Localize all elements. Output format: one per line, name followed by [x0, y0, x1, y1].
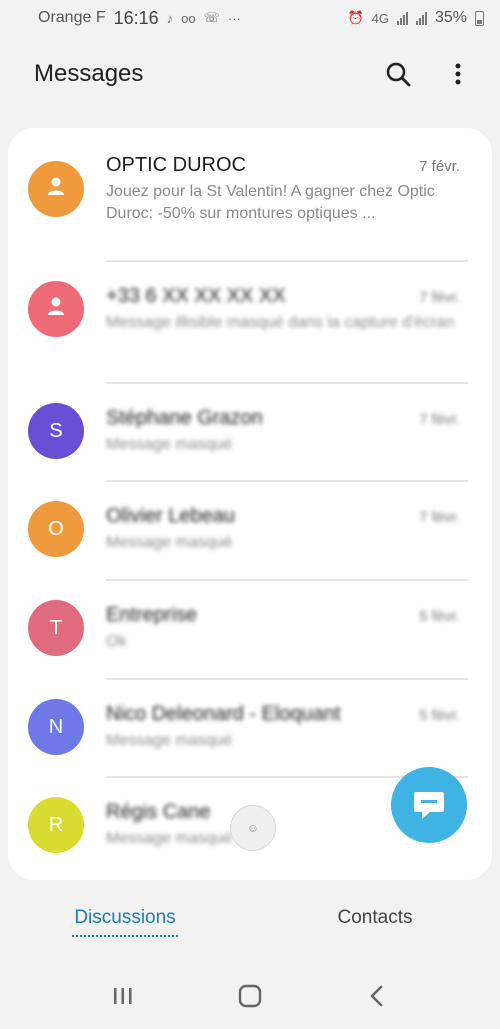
contact-name: Olivier Lebeau: [106, 504, 235, 527]
contact-name: OPTIC DUROC: [106, 153, 246, 176]
avatar-initial: T: [49, 616, 63, 639]
conversation-header: Stéphane Grazon 7 févr.: [106, 407, 460, 430]
bottom-tabs: Discussions Contacts: [0, 900, 500, 944]
message-preview: Message masqué: [106, 533, 233, 551]
message-preview: Ok: [106, 632, 127, 650]
conversation-body: Olivier Lebeau 7 févr. Message masqué: [106, 505, 460, 554]
app-header: Messages: [0, 48, 500, 100]
message-date: 5 févr.: [419, 607, 460, 625]
clock: 16:16: [113, 7, 159, 28]
conversation-row[interactable]: OPTIC DUROC 7 févr. Jouez pour la St Valen…: [8, 140, 492, 238]
conversation-body: Nico Deleonard - Eloquant 5 févr. Message …: [106, 703, 460, 752]
avatar-initial: N: [48, 715, 64, 738]
search-icon[interactable]: [384, 60, 412, 88]
avatar[interactable]: [28, 161, 84, 217]
contact-name: +33 6 XX XX XX XX: [106, 284, 286, 307]
avatar-initial: S: [49, 419, 63, 442]
status-right: ⏰ 4G 35%: [347, 9, 484, 27]
status-left: Orange F 16:16 ♪ oo ☏ ···: [38, 8, 241, 29]
message-date: 7 févr.: [419, 288, 460, 306]
avatar[interactable]: O: [28, 501, 84, 557]
more-notifications-icon: ···: [227, 10, 241, 26]
scroll-thumb-indicator[interactable]: ☺: [230, 805, 276, 851]
row-divider: [106, 678, 468, 680]
signal-icon: [396, 11, 408, 25]
message-date: 7 févr.: [419, 508, 460, 526]
message-preview: Message illisible masqué dans la capture…: [106, 313, 455, 331]
message-date: 7 févr.: [419, 157, 460, 175]
avatar[interactable]: N: [28, 699, 84, 755]
message-preview: Message masqué: [106, 731, 233, 749]
carrier-label: Orange F: [38, 9, 106, 26]
system-nav-bar: [0, 962, 500, 1029]
home-icon[interactable]: [228, 974, 272, 1018]
message-date: 5 févr.: [419, 706, 460, 724]
battery-icon: [475, 10, 484, 26]
missed-call-icon: ☏: [203, 10, 220, 25]
conversation-body: +33 6 XX XX XX XX 7 févr. Message illisibl…: [106, 285, 460, 334]
conversation-header: Entreprise 5 févr.: [106, 604, 460, 627]
row-divider: [106, 579, 468, 581]
page-title: Messages: [34, 60, 144, 87]
contact-name: Entreprise: [106, 603, 198, 626]
row-divider: [106, 260, 468, 262]
conversation-body: Entreprise 5 févr. Ok: [106, 604, 460, 653]
avatar-initial: O: [48, 517, 64, 540]
conversation-header: +33 6 XX XX XX XX 7 févr.: [106, 285, 460, 308]
conversation-body: Stéphane Grazon 7 févr. Message masqué: [106, 407, 460, 456]
new-message-icon: [414, 792, 444, 819]
conversation-header: Olivier Lebeau 7 févr.: [106, 505, 460, 528]
signal-icon-2: [415, 11, 427, 25]
avatar[interactable]: S: [28, 403, 84, 459]
avatar[interactable]: [28, 281, 84, 337]
contact-name: Stéphane Grazon: [106, 406, 263, 429]
contact-name: Nico Deleonard - Eloquant: [106, 702, 341, 725]
status-bar: Orange F 16:16 ♪ oo ☏ ··· ⏰ 4G 35%: [0, 0, 500, 36]
message-preview: Message masqué: [106, 435, 233, 453]
tab-discussions[interactable]: Discussions: [0, 907, 250, 937]
conversation-row[interactable]: N Nico Deleonard - Eloquant 5 févr. Message…: [8, 678, 492, 776]
conversation-body: OPTIC DUROC 7 févr. Jouez pour la St Valen…: [106, 154, 460, 225]
row-divider: [106, 480, 468, 482]
voicemail-icon: oo: [181, 10, 196, 26]
conversation-header: OPTIC DUROC 7 févr.: [106, 154, 460, 177]
back-icon[interactable]: [355, 974, 399, 1018]
avatar[interactable]: R: [28, 797, 84, 853]
avatar-initial: R: [48, 813, 64, 836]
tab-contacts[interactable]: Contacts: [250, 907, 500, 937]
conversation-row[interactable]: S Stéphane Grazon 7 févr. Message masqué: [8, 382, 492, 480]
conversation-row[interactable]: O Olivier Lebeau 7 févr. Message masqué: [8, 480, 492, 578]
contact-name: Régis Cane: [106, 800, 211, 823]
person-icon: [45, 175, 67, 203]
alarm-icon: ⏰: [347, 10, 364, 25]
conversation-header: Nico Deleonard - Eloquant 5 févr.: [106, 703, 460, 726]
message-preview: Jouez pour la St Valentin! A gagner chez…: [106, 182, 435, 222]
network-type-label: 4G: [371, 10, 389, 26]
recents-icon[interactable]: [101, 974, 145, 1018]
message-date: 7 févr.: [419, 410, 460, 428]
battery-percent: 35%: [434, 9, 467, 26]
new-message-button[interactable]: [391, 767, 467, 843]
more-vert-icon[interactable]: [444, 60, 472, 88]
conversation-row[interactable]: +33 6 XX XX XX XX 7 févr. Message illisibl…: [8, 260, 492, 358]
row-divider: [106, 382, 468, 384]
conversation-row[interactable]: T Entreprise 5 févr. Ok: [8, 579, 492, 677]
person-icon: [45, 295, 67, 323]
header-actions: [384, 60, 472, 88]
tiktok-icon: ♪: [166, 10, 174, 26]
avatar[interactable]: T: [28, 600, 84, 656]
